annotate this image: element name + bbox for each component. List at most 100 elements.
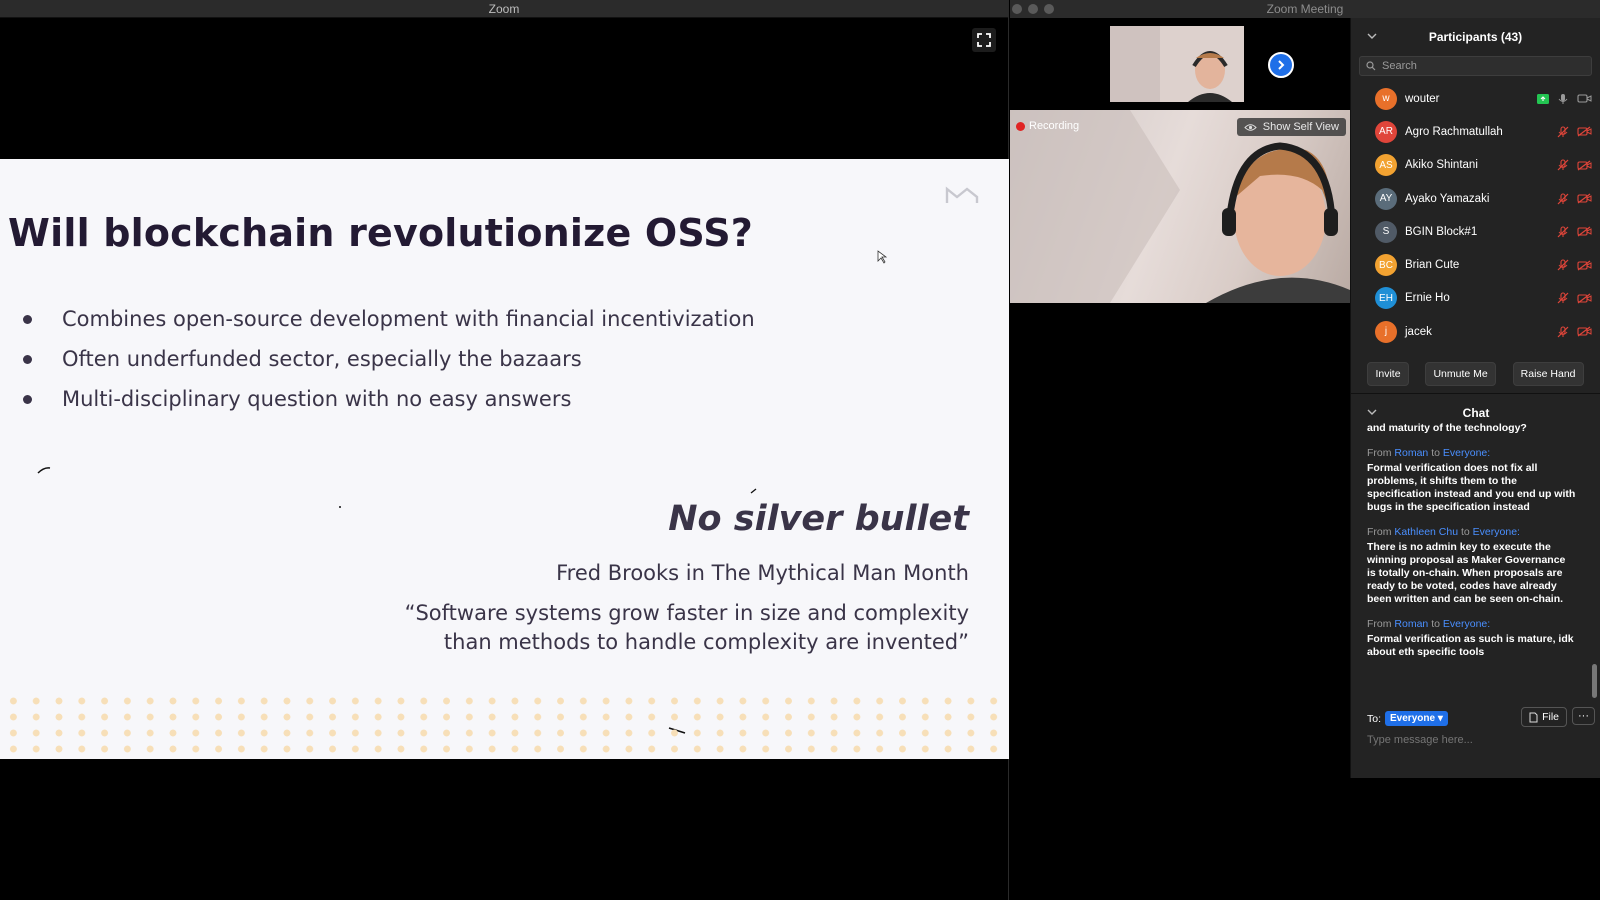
recording-icon xyxy=(1016,121,1025,131)
chat-sender[interactable]: Kathleen Chu xyxy=(1394,526,1458,538)
participant-row[interactable]: AR Agro Rachmatullah xyxy=(1351,115,1600,148)
participant-name: BGIN Block#1 xyxy=(1405,225,1478,238)
chat-recipient-name: Everyone: xyxy=(1472,526,1520,538)
fullscreen-button[interactable] xyxy=(972,28,996,52)
recording-indicator: Recording xyxy=(1016,120,1079,132)
close-window-icon[interactable] xyxy=(1012,4,1022,14)
participants-search-field[interactable]: Search xyxy=(1359,56,1592,76)
chat-panel: Chat and maturity of the technology? Fro… xyxy=(1351,393,1600,778)
participant-status xyxy=(1537,93,1592,105)
quote-heading: No silver bullet xyxy=(668,499,969,539)
collapse-participants-icon[interactable] xyxy=(1367,32,1377,40)
slide-title: Will blockchain revolutionize OSS? xyxy=(8,211,754,255)
from-word: From xyxy=(1367,447,1392,459)
chat-message-text: There is no admin key to execute the win… xyxy=(1367,541,1566,605)
side-panel: Participants (43) Search w wouter AR Agro R… xyxy=(1350,18,1600,778)
avatar: BC xyxy=(1375,254,1397,277)
meeting-window: Zoom Meeting Recording Show Self View Pa… xyxy=(1010,0,1600,778)
video-off-icon xyxy=(1577,126,1592,137)
to-word: to xyxy=(1460,526,1470,538)
chat-more-button[interactable]: ··· xyxy=(1572,707,1595,725)
participant-name: jacek xyxy=(1405,325,1432,338)
slide-bullet: Multi-disciplinary question with no easy… xyxy=(22,379,755,419)
meeting-window-titlebar: Zoom Meeting xyxy=(1010,0,1600,18)
video-off-icon xyxy=(1577,326,1592,337)
speaker-video-icon xyxy=(1010,110,1350,303)
slide-bullet: Combines open-source development with fi… xyxy=(22,299,755,339)
microphone-muted-icon xyxy=(1557,126,1569,138)
microphone-muted-icon xyxy=(1557,326,1569,338)
search-icon xyxy=(1366,61,1376,71)
unmute-me-button[interactable]: Unmute Me xyxy=(1425,362,1496,387)
chat-message-text: Formal verification as such is mature, i… xyxy=(1367,633,1574,658)
chat-scrollbar[interactable] xyxy=(1592,664,1597,698)
collapse-chat-icon[interactable] xyxy=(1367,408,1377,416)
participant-name: wouter xyxy=(1405,92,1440,105)
recipient-select[interactable]: Everyone ▾ xyxy=(1385,711,1448,726)
video-off-icon xyxy=(1577,193,1592,204)
share-screen-icon xyxy=(1537,93,1549,104)
chat-message-text: and maturity of the technology? xyxy=(1367,422,1527,434)
participant-row[interactable]: BC Brian Cute xyxy=(1351,248,1600,281)
participant-video-icon xyxy=(1110,26,1244,102)
recipient-value: Everyone xyxy=(1390,713,1436,724)
participant-status xyxy=(1557,326,1592,338)
chat-recipient-name: Everyone: xyxy=(1442,618,1491,630)
microphone-muted-icon xyxy=(1557,292,1569,304)
chat-message-meta: From Kathleen Chu to Everyone: xyxy=(1367,526,1577,539)
invite-button[interactable]: Invite xyxy=(1367,362,1409,387)
chat-message-input[interactable] xyxy=(1367,734,1587,746)
microphone-muted-icon xyxy=(1557,226,1569,238)
file-icon xyxy=(1529,712,1538,722)
participant-row[interactable]: j jacek xyxy=(1351,315,1600,348)
bullet-text: Often underfunded sector, especially the… xyxy=(62,347,582,371)
chat-sender[interactable]: Roman xyxy=(1394,618,1428,630)
chat-sender[interactable]: Roman xyxy=(1394,447,1428,459)
to-word: to xyxy=(1431,618,1440,630)
show-self-view-button[interactable]: Show Self View xyxy=(1236,118,1346,136)
microphone-icon xyxy=(1558,93,1568,104)
to-label: To: xyxy=(1367,712,1382,725)
bullet-icon xyxy=(23,314,32,324)
bullet-text: Combines open-source development with fi… xyxy=(62,307,755,331)
decorative-dot-pattern xyxy=(0,691,1009,753)
avatar: AS xyxy=(1375,154,1397,177)
file-button[interactable]: File xyxy=(1521,707,1567,727)
participant-name: Agro Rachmatullah xyxy=(1405,125,1503,138)
participant-row[interactable]: w wouter xyxy=(1351,82,1600,115)
maximize-window-icon[interactable] xyxy=(1044,4,1054,14)
microphone-muted-icon xyxy=(1557,259,1569,271)
from-word: From xyxy=(1367,618,1392,630)
minimize-window-icon[interactable] xyxy=(1028,4,1038,14)
bullet-icon xyxy=(23,394,32,404)
participant-row[interactable]: EH Ernie Ho xyxy=(1351,282,1600,315)
microphone-muted-icon xyxy=(1557,159,1569,171)
eye-icon xyxy=(1244,123,1257,131)
avatar: EH xyxy=(1375,287,1397,310)
participant-row[interactable]: AS Akiko Shintani xyxy=(1351,149,1600,182)
participant-row[interactable]: AY Ayako Yamazaki xyxy=(1351,182,1600,215)
participant-name: Ernie Ho xyxy=(1405,292,1450,305)
chat-title: Chat xyxy=(1462,406,1490,420)
fullscreen-icon xyxy=(977,33,991,47)
avatar: j xyxy=(1375,320,1397,343)
search-placeholder: Search xyxy=(1382,60,1417,72)
avatar: AR xyxy=(1375,120,1397,143)
share-window-title: Zoom xyxy=(0,0,1008,18)
participant-status xyxy=(1557,292,1592,304)
annotation-dot-icon xyxy=(339,506,341,508)
participant-row[interactable]: S BGIN Block#1 xyxy=(1351,215,1600,248)
chat-message-list: and maturity of the technology? From Rom… xyxy=(1367,422,1577,659)
participant-status xyxy=(1557,159,1592,171)
next-video-button[interactable] xyxy=(1268,52,1294,78)
raise-hand-button[interactable]: Raise Hand xyxy=(1512,362,1584,387)
thumbnail-video[interactable] xyxy=(1110,26,1244,102)
show-self-view-label: Show Self View xyxy=(1262,121,1339,133)
avatar: AY xyxy=(1375,187,1397,210)
participant-status xyxy=(1557,126,1592,138)
quote-text: “Software systems grow faster in size an… xyxy=(404,601,969,654)
participants-title: Participants (43) xyxy=(1428,30,1523,44)
microphone-muted-icon xyxy=(1557,192,1569,204)
share-window: Zoom Will blockchain revolutionize OSS? … xyxy=(0,0,1009,900)
from-word: From xyxy=(1367,526,1392,538)
